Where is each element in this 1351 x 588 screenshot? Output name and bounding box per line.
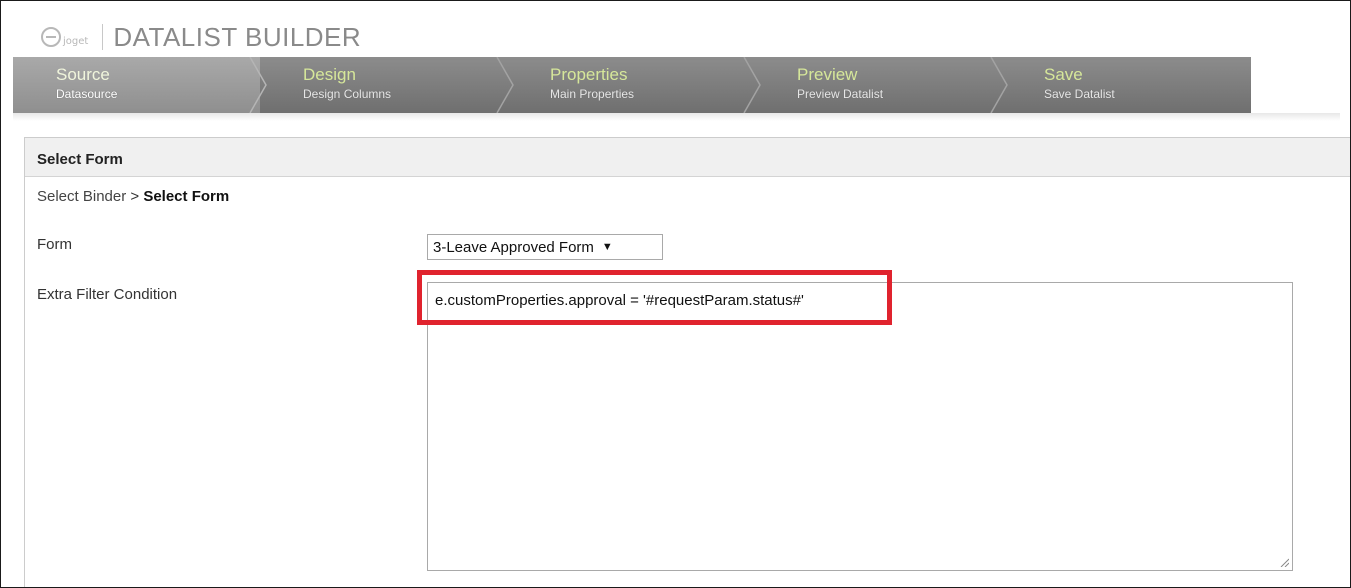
step-title: Source <box>56 65 110 84</box>
step-subtitle: Datasource <box>56 87 118 101</box>
wizard-steps: Source Datasource Design Design Columns … <box>13 57 1251 113</box>
resize-handle-icon[interactable] <box>1279 557 1289 567</box>
panel-title: Select Form <box>37 151 123 168</box>
header-divider <box>102 24 104 50</box>
step-chevron-icon <box>990 57 1008 113</box>
app-title: DATALIST BUILDER <box>113 21 362 52</box>
step-design[interactable]: Design Design Columns <box>260 57 514 113</box>
step-chevron-icon <box>249 57 267 113</box>
form-select[interactable]: 3-Leave Approved Form ▼ <box>427 234 663 260</box>
dropdown-caret-icon: ▼ <box>601 241 613 253</box>
step-source[interactable]: Source Datasource <box>13 57 267 113</box>
step-save[interactable]: Save Save Datalist <box>1001 57 1248 113</box>
step-subtitle: Main Properties <box>550 87 635 101</box>
step-chevron-icon <box>496 57 514 113</box>
step-properties[interactable]: Properties Main Properties <box>507 57 761 113</box>
breadcrumb-select-binder[interactable]: Select Binder <box>37 188 126 205</box>
form-label: Form <box>37 236 72 253</box>
step-chevron-icon <box>743 57 761 113</box>
breadcrumb-separator: > <box>126 188 144 205</box>
breadcrumb: Select Binder > Select Form <box>37 188 229 205</box>
step-subtitle: Preview Datalist <box>797 87 884 101</box>
step-title: Properties <box>550 65 628 84</box>
step-subtitle: Save Datalist <box>1044 87 1115 101</box>
step-title: Save <box>1044 65 1083 84</box>
panel-header: Select Form <box>25 138 1350 177</box>
step-subtitle: Design Columns <box>303 87 392 101</box>
form-select-value: 3-Leave Approved Form <box>433 238 594 256</box>
extra-filter-label: Extra Filter Condition <box>37 286 178 303</box>
step-title: Preview <box>797 65 858 84</box>
select-form-panel: Select Form Select Binder > Select Form … <box>24 137 1350 587</box>
joget-logo-icon <box>41 27 61 47</box>
extra-filter-textarea[interactable]: e.customProperties.approval = '#requestP… <box>427 282 1293 571</box>
datalist-builder-window: joget DATALIST BUILDER Source Datasource… <box>0 0 1351 588</box>
app-header: joget DATALIST BUILDER <box>13 17 1333 57</box>
steps-shadow <box>13 113 1340 121</box>
step-preview[interactable]: Preview Preview Datalist <box>754 57 1008 113</box>
breadcrumb-current: Select Form <box>143 188 230 205</box>
logo-text: joget <box>63 35 89 47</box>
step-title: Design <box>303 65 356 84</box>
highlight-box <box>417 270 892 325</box>
joget-logo: joget <box>13 27 88 47</box>
